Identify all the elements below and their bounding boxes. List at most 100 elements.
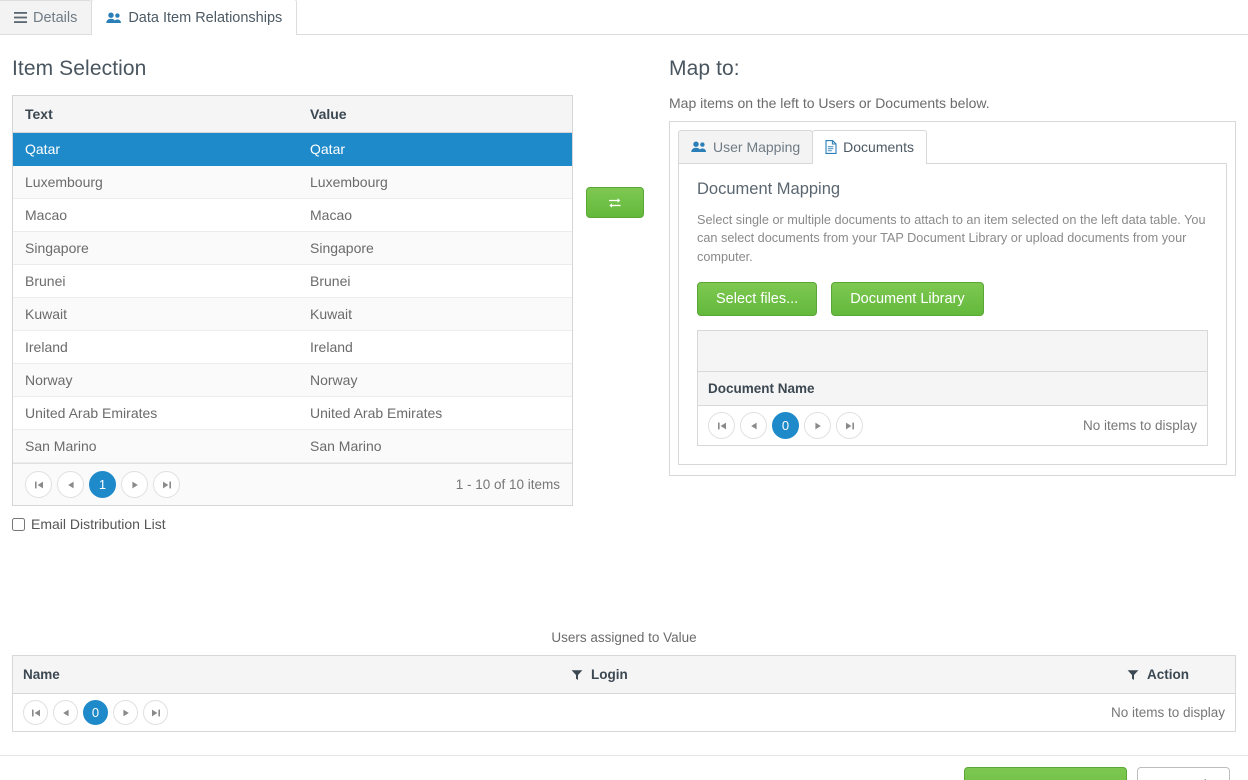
next-page-icon[interactable] [804, 412, 831, 440]
select-files-button[interactable]: Select files... [697, 282, 818, 317]
item-selection-table-header: Text Value [13, 96, 572, 133]
pager-info: 1 - 10 of 10 items [455, 477, 560, 492]
tab-details-label: Details [33, 9, 78, 26]
tab-user-mapping-label: User Mapping [713, 139, 801, 155]
cell-value: Kuwait [298, 297, 572, 331]
pager-info: No items to display [1110, 705, 1225, 720]
users-assigned-section: Users assigned to Value Name Login Actio… [12, 630, 1236, 732]
column-header-value[interactable]: Value [298, 96, 572, 133]
cell-text: United Arab Emirates [13, 396, 298, 430]
first-page-icon[interactable] [23, 700, 48, 725]
table-row[interactable]: Kuwait Kuwait [13, 297, 572, 331]
email-distribution-list-row[interactable]: Email Distribution List [12, 516, 573, 532]
cell-text: Ireland [13, 330, 298, 364]
cell-value: Ireland [298, 330, 572, 364]
cell-value: Qatar [298, 132, 572, 166]
filter-icon[interactable] [571, 669, 583, 681]
cell-text: Macao [13, 198, 298, 232]
map-to-panel: Map to: Map items on the left to Users o… [669, 35, 1236, 477]
table-header-row: Text Value [13, 96, 572, 133]
users-assigned-grid: Name Login Action 0 No items to display [12, 655, 1236, 732]
cell-value: San Marino [298, 429, 572, 463]
cell-text: Kuwait [13, 297, 298, 331]
item-selection-panel: Item Selection Text Value Qatar Qatar Lu… [12, 35, 573, 532]
tab-data-item-relationships[interactable]: Data Item Relationships [91, 0, 298, 35]
document-library-button[interactable]: Document Library [831, 282, 984, 317]
main-tab-strip: Details Data Item Relationships [0, 0, 1248, 35]
pager-info: No items to display [1082, 418, 1197, 434]
document-grid: Document Name 0 No items to display [697, 330, 1208, 447]
first-page-icon[interactable] [708, 412, 735, 440]
pager-buttons: 0 [23, 700, 168, 725]
table-row[interactable]: Singapore Singapore [13, 231, 572, 265]
tab-user-mapping[interactable]: User Mapping [678, 130, 814, 163]
cancel-button[interactable]: Cancel [1137, 767, 1230, 780]
cell-value: Luxembourg [298, 165, 572, 199]
cell-text: Brunei [13, 264, 298, 298]
filter-icon[interactable] [1127, 669, 1139, 681]
document-icon [825, 140, 837, 154]
previous-page-icon[interactable] [53, 700, 78, 725]
item-selection-table-body: Qatar Qatar Luxembourg Luxembourg Macao … [13, 132, 572, 463]
column-header-name[interactable]: Name [13, 656, 561, 693]
document-action-buttons: Select files... Document Library [697, 282, 1208, 317]
previous-page-icon[interactable] [740, 412, 767, 440]
previous-page-icon[interactable] [57, 471, 84, 498]
users-assigned-header-row: Name Login Action [13, 656, 1235, 694]
swap-columns-button[interactable] [586, 187, 644, 218]
table-row[interactable]: San Marino San Marino [13, 429, 572, 463]
current-page-button[interactable]: 0 [83, 700, 108, 725]
exchange-arrows-icon [607, 196, 623, 210]
column-header-action[interactable]: Action [1117, 656, 1235, 693]
item-selection-table: Text Value Qatar Qatar Luxembourg Luxemb… [13, 96, 572, 463]
next-page-icon[interactable] [121, 471, 148, 498]
cell-value: Singapore [298, 231, 572, 265]
save-data-source-button[interactable]: Save Data Source [963, 767, 1128, 780]
cell-text: San Marino [13, 429, 298, 463]
tab-documents[interactable]: Documents [812, 130, 927, 164]
pager-buttons: 0 [708, 412, 863, 440]
tab-data-item-relationships-label: Data Item Relationships [128, 9, 283, 26]
cell-value: Macao [298, 198, 572, 232]
item-selection-grid: Text Value Qatar Qatar Luxembourg Luxemb… [12, 95, 573, 506]
table-row[interactable]: Norway Norway [13, 363, 572, 397]
column-header-login[interactable]: Login [561, 656, 1117, 693]
cell-value: Norway [298, 363, 572, 397]
current-page-button[interactable]: 0 [772, 412, 799, 440]
table-row[interactable]: United Arab Emirates United Arab Emirate… [13, 396, 572, 430]
map-to-description: Map items on the left to Users or Docume… [669, 95, 990, 111]
column-header-text[interactable]: Text [13, 96, 298, 133]
table-row[interactable]: Brunei Brunei [13, 264, 572, 298]
column-header-login-label: Login [591, 667, 628, 682]
mapping-panel: User Mapping Documents Document Mapping … [669, 121, 1236, 477]
document-grid-pager: 0 No items to display [698, 406, 1207, 446]
table-row[interactable]: Qatar Qatar [13, 132, 572, 166]
tab-details[interactable]: Details [0, 0, 93, 34]
email-distribution-list-label: Email Distribution List [31, 516, 166, 532]
last-page-icon[interactable] [836, 412, 863, 440]
last-page-icon[interactable] [143, 700, 168, 725]
table-row[interactable]: Ireland Ireland [13, 330, 572, 364]
table-row[interactable]: Luxembourg Luxembourg [13, 165, 572, 199]
hamburger-icon [14, 12, 27, 23]
column-header-action-label: Action [1147, 667, 1189, 682]
last-page-icon[interactable] [153, 471, 180, 498]
cell-text: Singapore [13, 231, 298, 265]
users-icon [106, 12, 122, 24]
tab-documents-label: Documents [843, 139, 914, 155]
footer-action-bar: Save Data Source Cancel [0, 755, 1248, 780]
document-mapping-description: Select single or multiple documents to a… [697, 213, 1206, 264]
first-page-icon[interactable] [25, 471, 52, 498]
next-page-icon[interactable] [113, 700, 138, 725]
table-row[interactable]: Macao Macao [13, 198, 572, 232]
cell-value: Brunei [298, 264, 572, 298]
current-page-button[interactable]: 1 [89, 471, 116, 498]
column-header-document-name[interactable]: Document Name [698, 372, 1207, 407]
item-selection-title: Item Selection [12, 57, 147, 80]
cell-value: United Arab Emirates [298, 396, 572, 430]
email-distribution-list-checkbox[interactable] [12, 517, 25, 531]
pager-buttons: 1 [25, 471, 180, 498]
documents-tab-body: Document Mapping Select single or multip… [678, 164, 1227, 466]
item-selection-pager: 1 1 - 10 of 10 items [13, 463, 572, 505]
page-body: Item Selection Text Value Qatar Qatar Lu… [0, 35, 1248, 780]
